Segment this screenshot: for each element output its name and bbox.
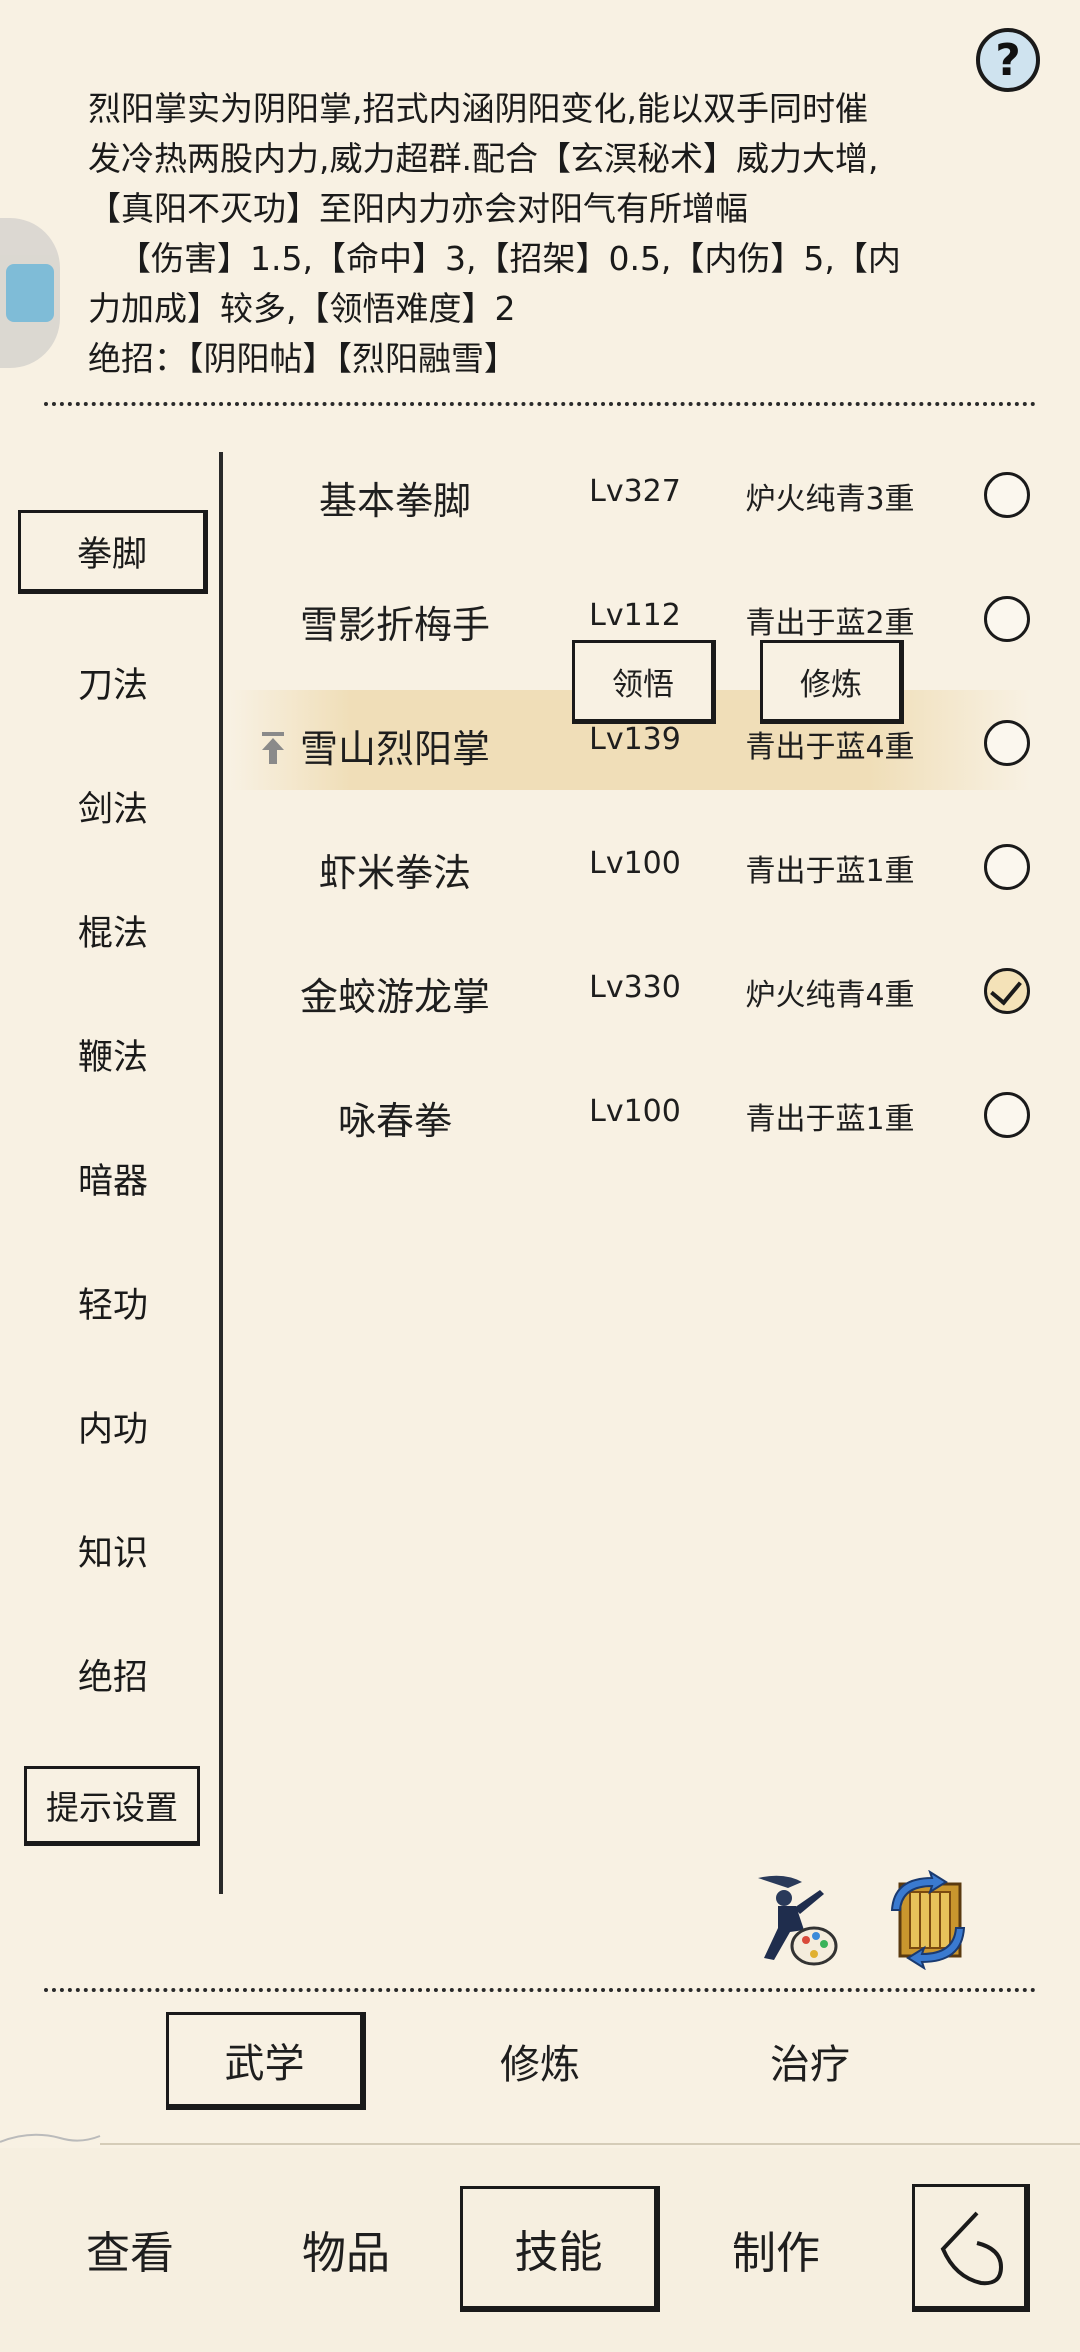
nav-label: 物品 (302, 2228, 390, 2279)
category-tab-whip[interactable]: 鞭法 (18, 1012, 208, 1096)
category-label: 轻功 (77, 1285, 148, 1326)
hint-settings-label: 提示设置 (46, 1788, 178, 1827)
skill-row[interactable]: 基本拳脚 Lv327 炉火纯青3重 (230, 442, 1030, 542)
martial-artist-palette-icon[interactable] (744, 1868, 840, 1968)
category-tab-ultimate[interactable]: 绝招 (18, 1632, 208, 1716)
skill-level: Lv112 (589, 598, 681, 633)
app-shortcut-icon (6, 264, 54, 322)
skill-level: Lv330 (589, 970, 681, 1005)
nav-label: 制作 (732, 2228, 820, 2279)
book-swap-icon[interactable] (872, 1870, 982, 1970)
divider-top (44, 402, 1036, 406)
skill-equip-checkbox[interactable] (984, 1092, 1030, 1138)
category-divider (219, 452, 223, 1894)
category-tab-hidden-weapon[interactable]: 暗器 (18, 1136, 208, 1220)
category-label: 鞭法 (77, 1037, 148, 1078)
description-line: 绝招：【阴阳帖】【烈阳融雪】 (88, 339, 517, 378)
skill-name: 雪影折梅手 (299, 603, 490, 647)
cloud-separator (0, 2133, 1080, 2145)
category-label: 拳脚 (76, 534, 147, 575)
skill-rank: 青出于蓝1重 (745, 854, 915, 889)
train-button[interactable]: 修炼 (760, 640, 904, 724)
skill-equip-checkbox-checked[interactable] (984, 968, 1030, 1014)
skill-rank: 青出于蓝4重 (745, 730, 915, 765)
category-label: 暗器 (77, 1161, 148, 1202)
skill-name: 雪山烈阳掌 (299, 727, 490, 771)
tab-label: 武学 (224, 2040, 305, 2087)
skill-name: 咏春拳 (337, 1099, 452, 1143)
nav-craft[interactable]: 制作 (676, 2186, 876, 2312)
skill-rank: 炉火纯青3重 (745, 482, 915, 517)
nav-skills[interactable]: 技能 (460, 2186, 660, 2312)
floating-side-tab[interactable] (0, 218, 60, 368)
category-tab-fist[interactable]: 拳脚 (18, 510, 208, 594)
comprehend-button[interactable]: 领悟 (572, 640, 716, 724)
skill-rank: 青出于蓝2重 (745, 606, 915, 641)
category-tab-blade[interactable]: 刀法 (18, 640, 208, 724)
skill-name: 基本拳脚 (318, 479, 471, 523)
description-line: 力加成】较多,【领悟难度】2 (88, 289, 516, 328)
skill-equip-checkbox[interactable] (984, 720, 1030, 766)
help-icon: ? (995, 34, 1021, 86)
tab-martial-arts[interactable]: 武学 (166, 2012, 366, 2110)
category-label: 刀法 (77, 665, 148, 706)
skill-rank: 青出于蓝1重 (745, 1102, 915, 1137)
category-tab-knowledge[interactable]: 知识 (18, 1508, 208, 1592)
hint-settings-button[interactable]: 提示设置 (24, 1766, 200, 1846)
description-line: 【真阳不灭功】至阳内力亦会对阳气有所增幅 (88, 189, 748, 228)
nav-label: 查看 (86, 2228, 174, 2279)
category-label: 知识 (77, 1533, 148, 1574)
nav-items[interactable]: 物品 (246, 2186, 446, 2312)
category-tab-sword[interactable]: 剑法 (18, 764, 208, 848)
tab-healing[interactable]: 治疗 (710, 2012, 910, 2110)
divider-bottom (44, 1988, 1036, 1992)
description-line: 烈阳掌实为阴阳掌,招式内涵阴阳变化,能以双手同时催 (88, 89, 868, 128)
skill-level: Lv139 (589, 722, 681, 757)
comprehend-label: 领悟 (612, 666, 674, 703)
help-button[interactable]: ? (976, 28, 1040, 92)
tab-label: 修炼 (500, 2042, 580, 2088)
skill-equip-checkbox[interactable] (984, 596, 1030, 642)
category-label: 绝招 (77, 1657, 148, 1698)
description-line: 【伤害】1.5,【命中】3,【招架】0.5,【内伤】5,【内 (118, 239, 901, 278)
description-line: 发冷热两股内力,威力超群.配合【玄溟秘术】威力大增, (88, 139, 879, 178)
nav-label: 技能 (514, 2226, 603, 2278)
nav-view[interactable]: 查看 (30, 2186, 230, 2312)
skill-row[interactable]: 金蛟游龙掌 Lv330 炉火纯青4重 (230, 938, 1030, 1038)
skill-equip-checkbox[interactable] (984, 844, 1030, 890)
back-button[interactable] (912, 2184, 1030, 2312)
skill-rank: 炉火纯青4重 (745, 978, 915, 1013)
back-arrow-icon (940, 2211, 1004, 2286)
train-label: 修炼 (800, 666, 862, 703)
category-label: 剑法 (77, 789, 148, 830)
skill-level: Lv100 (589, 846, 681, 881)
category-tab-lightness[interactable]: 轻功 (18, 1260, 208, 1344)
category-tab-inner-power[interactable]: 内功 (18, 1384, 208, 1468)
skill-description: 烈阳掌实为阴阳掌,招式内涵阴阳变化,能以双手同时催 发冷热两股内力,威力超群.配… (88, 84, 1028, 384)
tab-label: 治疗 (770, 2042, 850, 2088)
skill-row[interactable]: 虾米拳法 Lv100 青出于蓝1重 (230, 814, 1030, 914)
skill-name: 金蛟游龙掌 (299, 975, 490, 1019)
skill-level: Lv100 (589, 1094, 681, 1129)
skill-name: 虾米拳法 (318, 851, 471, 895)
category-tab-staff[interactable]: 棍法 (18, 888, 208, 972)
skill-level: Lv327 (589, 474, 681, 509)
skill-row[interactable]: 咏春拳 Lv100 青出于蓝1重 (230, 1062, 1030, 1162)
category-label: 棍法 (77, 913, 148, 954)
skill-equip-checkbox[interactable] (984, 472, 1030, 518)
tab-training[interactable]: 修炼 (440, 2012, 640, 2110)
category-label: 内功 (77, 1409, 148, 1450)
